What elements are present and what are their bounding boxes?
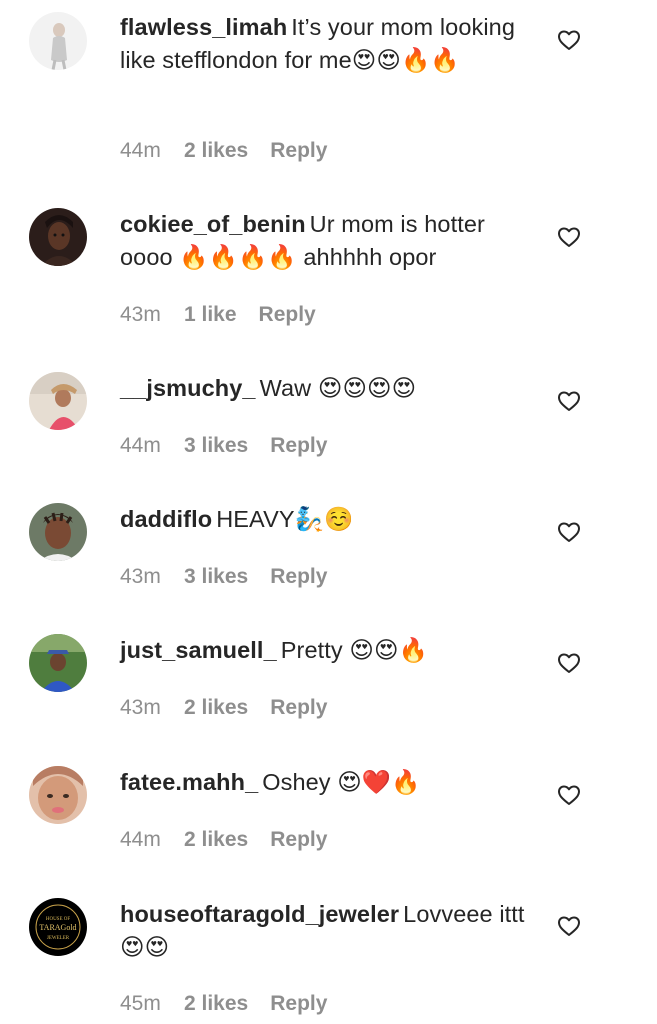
heart-outline-icon[interactable] bbox=[557, 914, 581, 938]
comment-time: 43m bbox=[120, 565, 161, 588]
comment-likes[interactable]: 2 likes bbox=[184, 992, 248, 1016]
comment-likes[interactable]: 3 likes bbox=[184, 434, 248, 458]
reply-button[interactable]: Reply bbox=[270, 434, 327, 458]
comment-text-block: just_samuell_ Pretty 😍😍🔥 bbox=[120, 634, 540, 667]
comment-text-block: houseoftaragold_jeweler Lovveee ittt😍😍 bbox=[120, 898, 540, 964]
avatar[interactable] bbox=[29, 208, 87, 266]
avatar[interactable] bbox=[29, 372, 87, 430]
comment-username[interactable]: __jsmuchy_ bbox=[120, 375, 256, 401]
comment-text-block: fatee.mahh_ Oshey 😍❤️🔥 bbox=[120, 766, 540, 799]
comment-username[interactable]: fatee.mahh_ bbox=[120, 769, 258, 795]
reply-button[interactable]: Reply bbox=[270, 565, 327, 589]
heart-outline-icon[interactable] bbox=[557, 651, 581, 675]
comment-text-block: daddiflo HEAVY🧞☺️ bbox=[120, 503, 540, 536]
comment-likes[interactable]: 3 likes bbox=[184, 565, 248, 589]
comment-text-block: __jsmuchy_ Waw 😍😍😍😍 bbox=[120, 372, 540, 405]
comment-body: HEAVY🧞☺️ bbox=[216, 506, 354, 532]
comment-username[interactable]: flawless_limah bbox=[120, 14, 287, 40]
reply-button[interactable]: Reply bbox=[270, 139, 327, 163]
comment-body: Pretty 😍😍🔥 bbox=[280, 637, 428, 663]
comment-likes[interactable]: 2 likes bbox=[184, 696, 248, 720]
comment-meta: 45m 2 likes Reply bbox=[120, 992, 327, 1016]
comment-meta: 44m 3 likes Reply bbox=[120, 434, 327, 458]
comment-time: 44m bbox=[120, 828, 161, 851]
heart-outline-icon[interactable] bbox=[557, 520, 581, 544]
heart-outline-icon[interactable] bbox=[557, 783, 581, 807]
comment-username[interactable]: daddiflo bbox=[120, 506, 212, 532]
comment-likes[interactable]: 2 likes bbox=[184, 828, 248, 852]
comment-text-block: flawless_limah It’s your mom looking like… bbox=[120, 11, 540, 77]
heart-outline-icon[interactable] bbox=[557, 389, 581, 413]
comment-likes[interactable]: 2 likes bbox=[184, 139, 248, 163]
comment-body: Oshey 😍❤️🔥 bbox=[262, 769, 421, 795]
avatar[interactable] bbox=[29, 12, 87, 70]
comment-text-block: cokiee_of_benin Ur mom is hotter oooo 🔥🔥🔥… bbox=[120, 208, 540, 274]
reply-button[interactable]: Reply bbox=[259, 303, 316, 327]
comment-time: 43m bbox=[120, 696, 161, 719]
comment-meta: 43m 3 likes Reply bbox=[120, 565, 327, 589]
comment-username[interactable]: houseoftaragold_jeweler bbox=[120, 901, 399, 927]
avatar[interactable] bbox=[29, 503, 87, 561]
comment-username[interactable]: cokiee_of_benin bbox=[120, 211, 306, 237]
comment-meta: 44m 2 likes Reply bbox=[120, 139, 327, 163]
comment-meta: 43m 1 like Reply bbox=[120, 303, 316, 327]
comment-body: Waw 😍😍😍😍 bbox=[259, 375, 417, 401]
comment-meta: 44m 2 likes Reply bbox=[120, 828, 327, 852]
comment-username[interactable]: just_samuell_ bbox=[120, 637, 277, 663]
comment-time: 45m bbox=[120, 992, 161, 1015]
reply-button[interactable]: Reply bbox=[270, 828, 327, 852]
avatar[interactable]: HOUSE OF TARAGold JEWELER bbox=[29, 898, 87, 956]
svg-text:TARAGold: TARAGold bbox=[39, 923, 76, 932]
comment-time: 43m bbox=[120, 303, 161, 326]
comment-likes[interactable]: 1 like bbox=[184, 303, 237, 327]
reply-button[interactable]: Reply bbox=[270, 696, 327, 720]
comment-time: 44m bbox=[120, 434, 161, 457]
comment-time: 44m bbox=[120, 139, 161, 162]
svg-text:HOUSE OF: HOUSE OF bbox=[46, 917, 71, 922]
heart-outline-icon[interactable] bbox=[557, 225, 581, 249]
svg-text:JEWELER: JEWELER bbox=[47, 936, 70, 941]
avatar[interactable] bbox=[29, 766, 87, 824]
avatar[interactable] bbox=[29, 634, 87, 692]
heart-outline-icon[interactable] bbox=[557, 28, 581, 52]
reply-button[interactable]: Reply bbox=[270, 992, 327, 1016]
comment-meta: 43m 2 likes Reply bbox=[120, 696, 327, 720]
